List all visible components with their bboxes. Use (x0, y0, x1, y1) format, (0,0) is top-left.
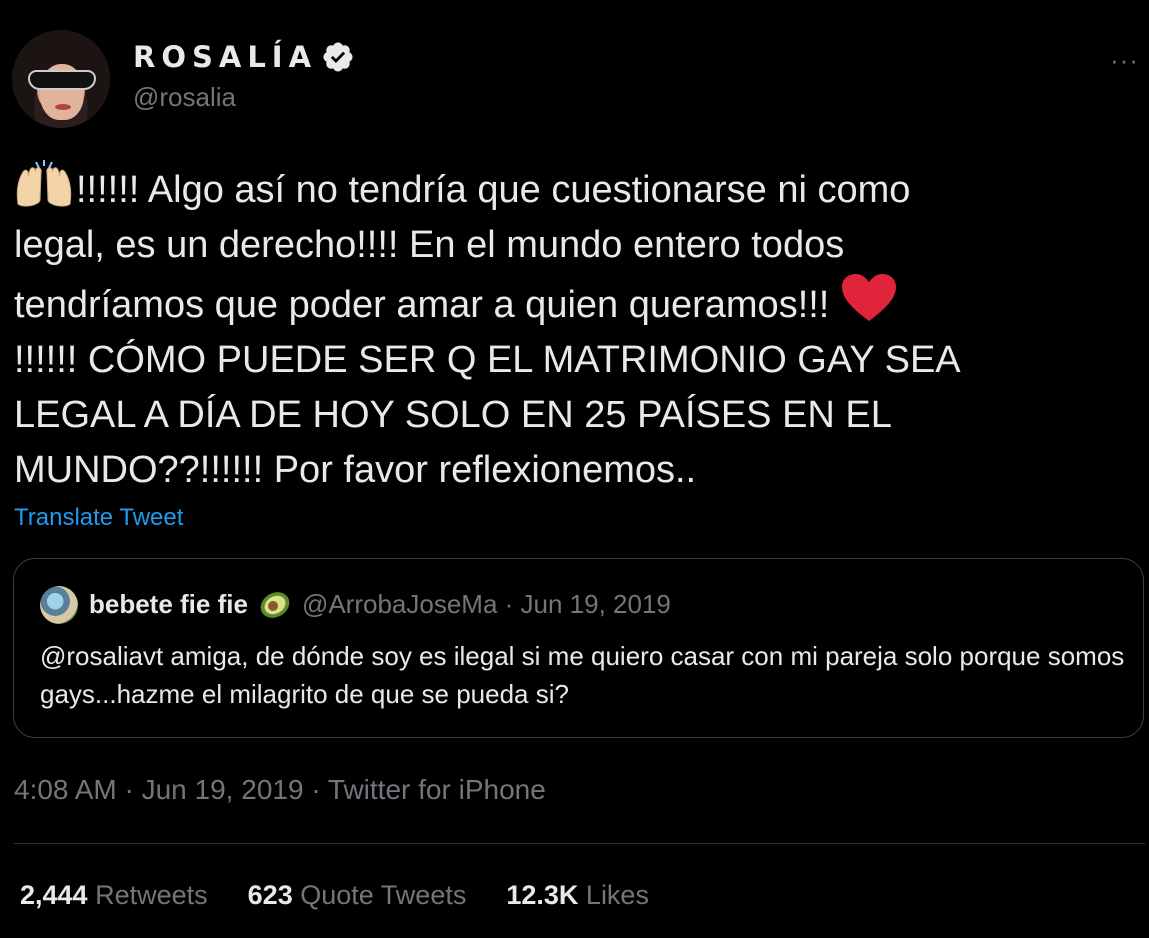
tweet-line-2: legal, es un derecho!!!! En el mundo ent… (14, 224, 845, 266)
tweet-line-6: MUNDO??!!!!!! Por favor reflexionemos.. (14, 449, 697, 491)
quote-tweets-count: 623 (247, 880, 293, 910)
quoted-avatar[interactable] (40, 586, 78, 624)
tweet-line-5: LEGAL A DÍA DE HOY SOLO EN 25 PAÍSES EN … (14, 394, 892, 436)
quoted-display-name[interactable]: bebete fie fie (89, 589, 248, 620)
red-heart-emoji-icon (841, 274, 896, 321)
tweet-line-1: !!!!!! Algo así no tendría que cuestiona… (76, 169, 911, 211)
author-name-row[interactable]: ROSALÍA (133, 40, 355, 74)
quoted-tweet-card[interactable]: bebete fie fie @ArrobaJoseMa · Jun 19, 2… (13, 558, 1144, 738)
likes-count: 12.3K (506, 880, 579, 910)
likes-label: Likes (585, 880, 649, 910)
quote-tweets-stat[interactable]: 623 Quote Tweets (248, 880, 467, 911)
tweet-line-4: !!!!!! CÓMO PUEDE SER Q EL MATRIMONIO GA… (14, 339, 961, 381)
retweets-label: Retweets (95, 880, 208, 910)
tweet-text: !!!!!! Algo así no tendría que cuestiona… (14, 160, 1139, 498)
avocado-emoji-icon (260, 591, 290, 618)
verified-badge-icon (323, 42, 353, 72)
tweet-stats: 2,444 Retweets 623 Quote Tweets 12.3K Li… (20, 880, 689, 911)
quote-tweets-label: Quote Tweets (300, 880, 467, 910)
more-options-icon[interactable]: ··· (1110, 45, 1139, 76)
author-handle[interactable]: @rosalia (133, 82, 236, 113)
likes-stat[interactable]: 12.3K Likes (506, 880, 649, 911)
retweets-count: 2,444 (20, 880, 88, 910)
raised-hands-emoji-icon (16, 160, 72, 207)
quoted-text: @rosaliavt amiga, de dónde soy es ilegal… (40, 641, 1125, 709)
quoted-header: bebete fie fie @ArrobaJoseMa · Jun 19, 2… (89, 589, 671, 620)
retweets-stat[interactable]: 2,444 Retweets (20, 880, 208, 911)
tweet: ROSALÍA @rosalia ··· !!!!!! Algo así no … (0, 0, 1149, 938)
divider (14, 843, 1145, 844)
quoted-handle-date: @ArrobaJoseMa · Jun 19, 2019 (301, 589, 671, 619)
avatar[interactable] (12, 30, 110, 128)
author-display-name[interactable]: ROSALÍA (133, 40, 317, 74)
translate-tweet-link[interactable]: Translate Tweet (14, 504, 183, 532)
tweet-line-3: tendríamos que poder amar a quien queram… (14, 284, 840, 326)
tweet-timestamp: 4:08 AM · Jun 19, 2019 · Twitter for iPh… (14, 774, 546, 805)
